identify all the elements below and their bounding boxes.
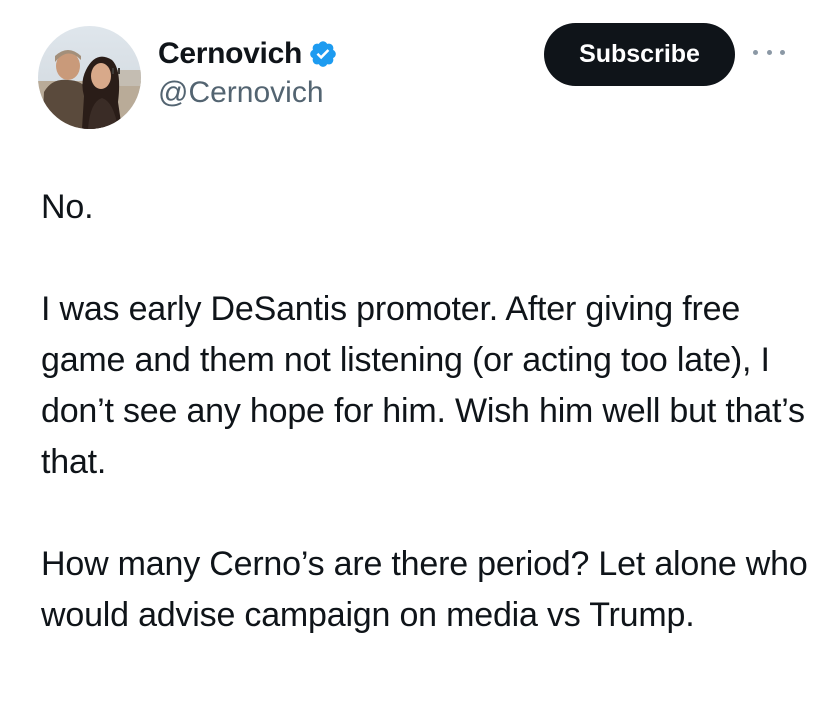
tweet-text-paragraph-1: No. <box>41 188 94 226</box>
more-dot <box>780 49 785 55</box>
author-handle[interactable]: @Cernovich <box>158 76 324 110</box>
avatar-photo <box>38 26 141 129</box>
author-name-row: Cernovich <box>158 34 338 74</box>
display-name[interactable]: Cernovich <box>158 37 302 71</box>
more-horizontal-icon[interactable] <box>753 45 785 59</box>
more-dot <box>766 49 772 55</box>
avatar[interactable] <box>38 26 141 129</box>
more-dot <box>753 49 758 55</box>
verified-badge-icon[interactable] <box>308 39 338 69</box>
tweet-text-paragraph-2: I was early DeSantis promoter. After giv… <box>41 290 805 481</box>
tweet-text-paragraph-3: How many Cerno’s are there period? Let a… <box>41 545 808 634</box>
tweet-card: Cernovich @Cernovich Subscribe No. I was… <box>0 0 828 709</box>
subscribe-button[interactable]: Subscribe <box>544 23 735 86</box>
